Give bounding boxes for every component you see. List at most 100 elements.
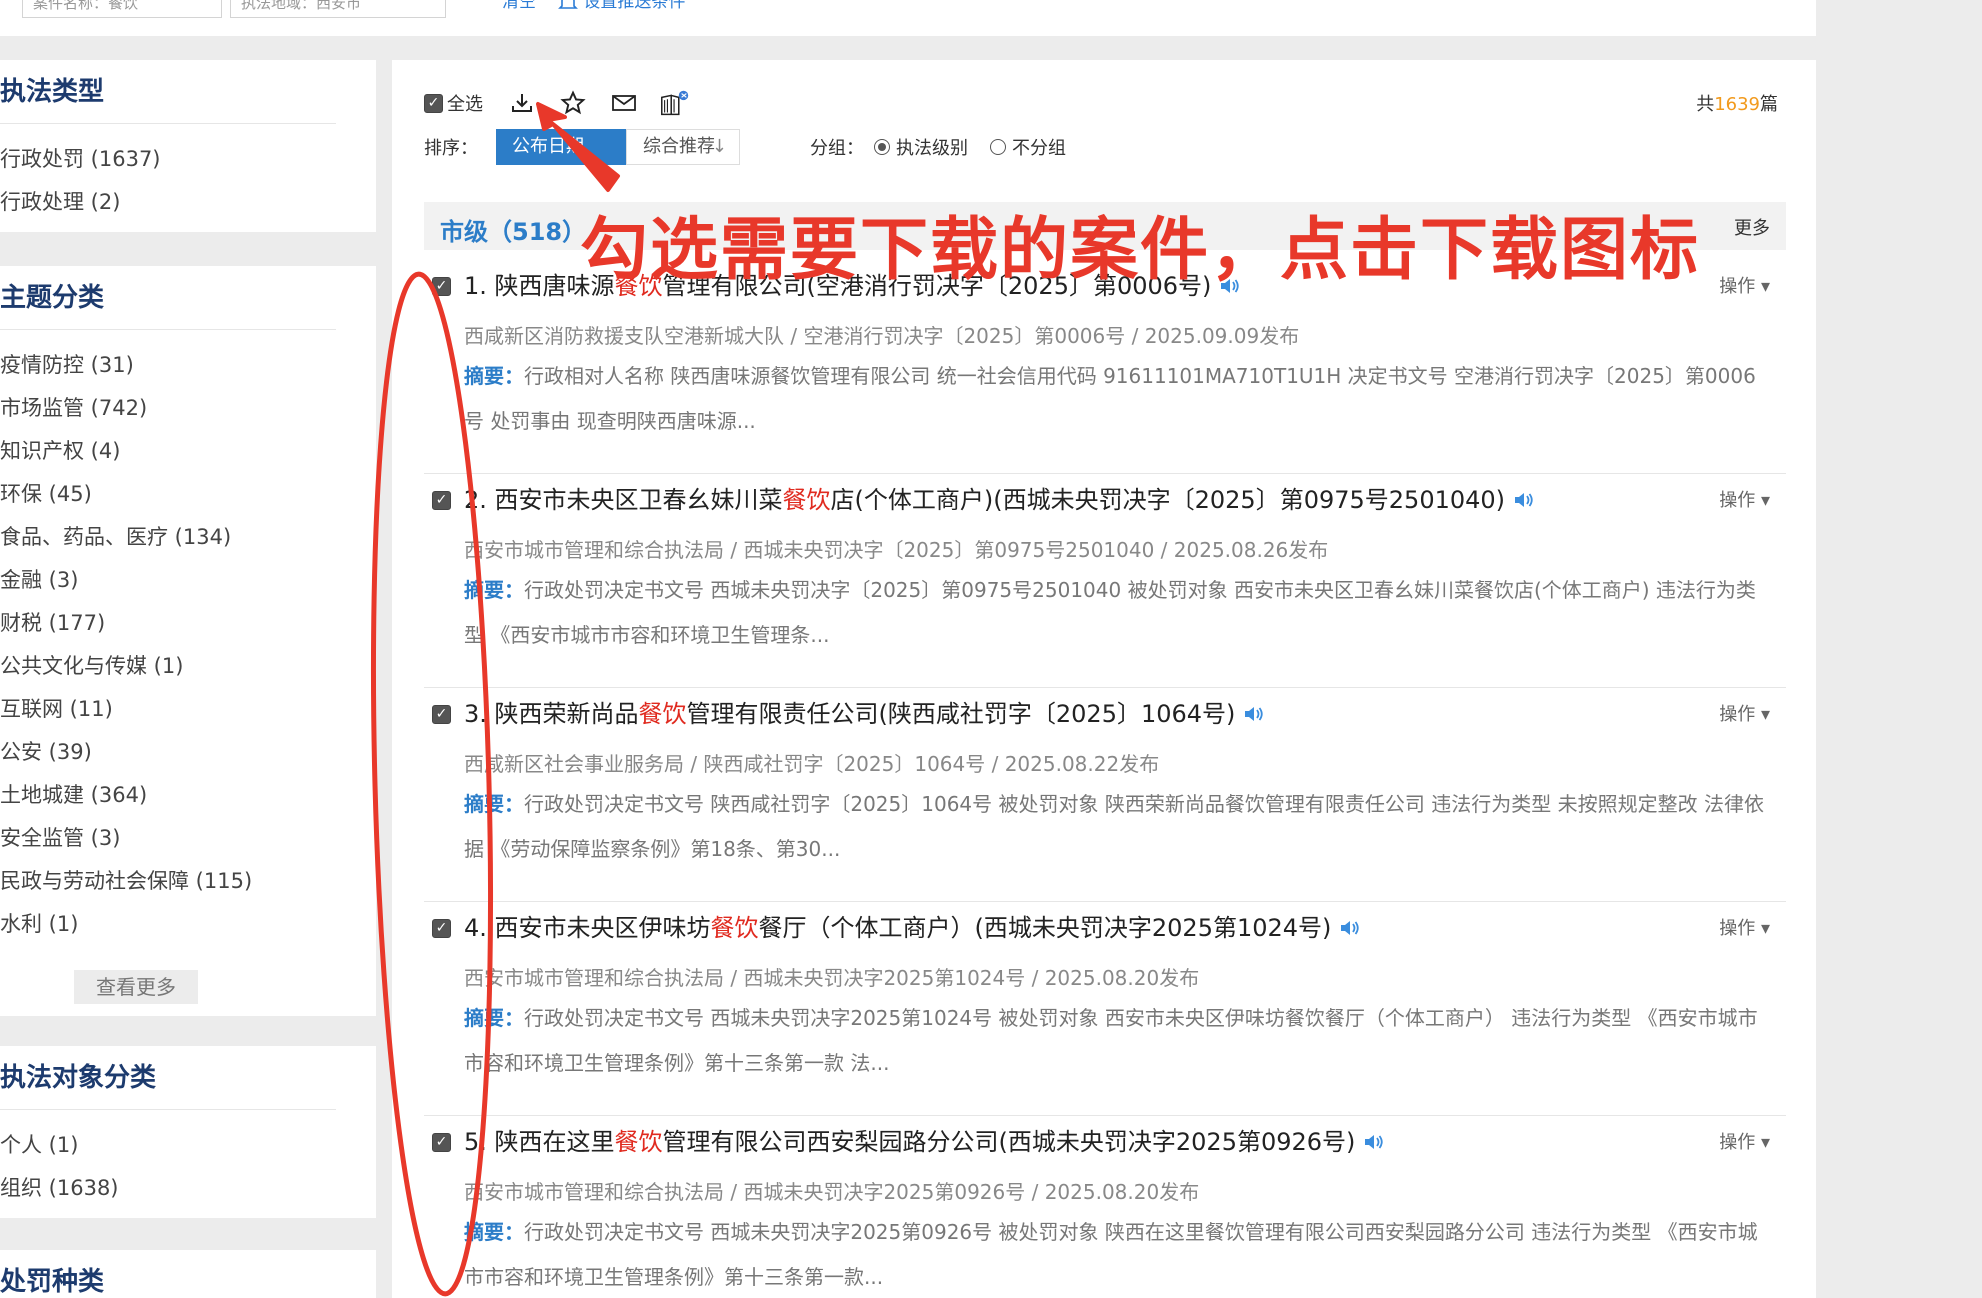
total-prefix: 共: [1696, 94, 1715, 115]
group-label: 分组：: [810, 138, 864, 159]
topics-item[interactable]: 安全监管 (3): [0, 817, 376, 860]
topics-item[interactable]: 金融 (3): [0, 559, 376, 602]
topics-item[interactable]: 水利 (1): [0, 903, 376, 946]
case-name-filter[interactable]: 案件名称：餐饮: [22, 0, 222, 18]
target-item[interactable]: 组织 (1638): [0, 1167, 376, 1210]
result-abstract: 摘要：行政处罚决定书文号 西城未央罚决字2025第0926号 被处罚对象 陕西在…: [464, 1210, 1764, 1298]
select-all-label[interactable]: 全选: [447, 90, 483, 116]
result-meta: 西咸新区社会事业服务局 / 陕西咸社罚字〔2025〕1064号 / 2025.0…: [464, 752, 1160, 776]
topics-item[interactable]: 食品、药品、医疗 (134): [0, 516, 376, 559]
topics-item[interactable]: 财税 (177): [0, 602, 376, 645]
result-item: ✓ 3. 陕西荣新尚品餐饮管理有限责任公司(陕西咸社罚字〔2025〕1064号) 操…: [424, 688, 1786, 902]
result-operation-menu[interactable]: 操作 ▾: [1719, 914, 1770, 940]
result-title-post: 店(个体工商户)(西城未央罚决字〔2025〕第0975号2501040): [830, 486, 1506, 514]
result-title-post: 管理有限公司西安梨园路分公司(西城未央罚决字2025第0926号): [662, 1128, 1356, 1156]
topics-item[interactable]: 公共文化与传媒 (1): [0, 645, 376, 688]
topics-item[interactable]: 知识产权 (4): [0, 430, 376, 473]
group-level-radio[interactable]: [874, 139, 890, 155]
penalty-panel: 处罚种类: [0, 1250, 376, 1298]
topics-item[interactable]: 互联网 (11): [0, 688, 376, 731]
result-title[interactable]: 5. 陕西在这里餐饮管理有限公司西安梨园路分公司(西城未央罚决字2025第092…: [464, 1124, 1385, 1161]
speaker-icon[interactable]: [1363, 1125, 1385, 1161]
result-title-highlight: 餐饮: [710, 914, 759, 942]
abstract-text: 行政处罚决定书文号 西城未央罚决字〔2025〕第0975号2501040 被处罚…: [464, 578, 1756, 647]
result-checkbox[interactable]: ✓: [432, 277, 451, 296]
sort-by-relevance-button[interactable]: 综合推荐 ↓: [626, 129, 740, 165]
result-title-pre: 陕西荣新尚品: [494, 700, 639, 728]
topics-item[interactable]: 疫情防控 (31): [0, 344, 376, 387]
sort-arrow-icon: ↓: [711, 136, 727, 157]
result-item: ✓ 5. 陕西在这里餐饮管理有限公司西安梨园路分公司(西城未央罚决字2025第09…: [424, 1116, 1786, 1298]
result-operation-menu[interactable]: 操作 ▾: [1719, 272, 1770, 298]
result-operation-menu[interactable]: 操作 ▾: [1719, 486, 1770, 512]
result-operation-menu[interactable]: 操作 ▾: [1719, 1128, 1770, 1154]
group-none-radio[interactable]: [990, 139, 1006, 155]
subscribe-label: 设置推送条件: [583, 0, 686, 12]
result-title[interactable]: 2. 西安市未央区卫春幺妹川菜餐饮店(个体工商户)(西城未央罚决字〔2025〕第…: [464, 482, 1535, 519]
result-number: 3.: [464, 700, 495, 728]
result-checkbox[interactable]: ✓: [432, 705, 451, 724]
result-title-post: 管理有限责任公司(陕西咸社罚字〔2025〕1064号): [686, 700, 1236, 728]
abstract-label: 摘要：: [464, 578, 524, 602]
select-all-checkbox[interactable]: ✓: [424, 93, 443, 113]
group-level-label[interactable]: 执法级别: [896, 134, 968, 160]
result-title-highlight: 餐饮: [614, 1128, 663, 1156]
total-suffix: 篇: [1760, 94, 1778, 115]
result-abstract: 摘要：行政处罚决定书文号 西城未央罚决字2025第1024号 被处罚对象 西安市…: [464, 996, 1764, 1086]
topics-item[interactable]: 环保 (45): [0, 473, 376, 516]
result-number: 5.: [464, 1128, 495, 1156]
result-abstract: 摘要：行政处罚决定书文号 西城未央罚决字〔2025〕第0975号2501040 …: [464, 568, 1764, 658]
law_type-item[interactable]: 行政处理 (2): [0, 181, 376, 224]
result-title[interactable]: 4. 西安市未央区伊味坊餐饮餐厅（个体工商户）(西城未央罚决字2025第1024…: [464, 910, 1361, 947]
result-operation-menu[interactable]: 操作 ▾: [1719, 700, 1770, 726]
topics-item[interactable]: 市场监管 (742): [0, 387, 376, 430]
section-more-link[interactable]: 更多: [1734, 214, 1770, 240]
topics-item[interactable]: 文化和旅游 (4): [0, 946, 376, 950]
subscribe-link[interactable]: 设置推送条件: [558, 0, 685, 12]
report-icon[interactable]: [658, 88, 692, 118]
law_type-item[interactable]: 行政处罚 (1637): [0, 138, 376, 181]
result-title-highlight: 餐饮: [782, 486, 831, 514]
target-panel: 执法对象分类 个人 (1) 组织 (1638): [0, 1046, 376, 1218]
law-type-list: 行政处罚 (1637) 行政处理 (2): [0, 124, 376, 224]
result-abstract: 摘要：行政处罚决定书文号 陕西咸社罚字〔2025〕1064号 被处罚对象 陕西荣…: [464, 782, 1764, 872]
result-item: ✓ 2. 西安市未央区卫春幺妹川菜餐饮店(个体工商户)(西城未央罚决字〔2025〕…: [424, 474, 1786, 688]
law-type-title: 执法类型: [0, 60, 336, 124]
speaker-icon[interactable]: [1339, 911, 1361, 947]
result-number: 4.: [464, 914, 495, 942]
result-checkbox[interactable]: ✓: [432, 919, 451, 938]
abstract-label: 摘要：: [464, 1006, 524, 1030]
result-title-pre: 西安市未央区卫春幺妹川菜: [494, 486, 783, 514]
topic-more-button[interactable]: 查看更多: [74, 970, 198, 1004]
result-checkbox[interactable]: ✓: [432, 491, 451, 510]
sort-by-date-button[interactable]: 公布日期: [496, 129, 626, 165]
topics-item[interactable]: 民政与劳动社会保障 (115): [0, 860, 376, 903]
clear-link[interactable]: 清空: [502, 0, 536, 12]
topic-list: 疫情防控 (31) 市场监管 (742) 知识产权 (4) 环保 (45) 食品、药品、…: [0, 330, 376, 950]
target-item[interactable]: 个人 (1): [0, 1124, 376, 1167]
sort-relevance-label: 综合推荐: [643, 136, 715, 157]
abstract-label: 摘要：: [464, 364, 524, 388]
section-title[interactable]: 市级（518）: [440, 212, 586, 247]
download-icon[interactable]: [505, 88, 539, 118]
result-meta: 西安市城市管理和综合执法局 / 西城未央罚决字2025第1024号 / 2025…: [464, 966, 1200, 990]
abstract-label: 摘要：: [464, 792, 524, 816]
group-none-label[interactable]: 不分组: [1012, 134, 1066, 160]
mail-icon[interactable]: [607, 88, 641, 118]
results-toolbar: ✓ 全选: [424, 88, 709, 118]
top-filter-bar: 案件名称：餐饮 执法地域：西安市 清空 设置推送条件: [0, 0, 1816, 36]
topics-item[interactable]: 土地城建 (364): [0, 774, 376, 817]
result-checkbox[interactable]: ✓: [432, 1133, 451, 1152]
topic-panel: 主题分类 疫情防控 (31) 市场监管 (742) 知识产权 (4) 环保 (45) 食…: [0, 266, 376, 1016]
result-meta: 西安市城市管理和综合执法局 / 西城未央罚决字〔2025〕第0975号25010…: [464, 538, 1329, 562]
speaker-icon[interactable]: [1243, 697, 1265, 733]
result-title[interactable]: 3. 陕西荣新尚品餐饮管理有限责任公司(陕西咸社罚字〔2025〕1064号): [464, 696, 1265, 733]
topics-item[interactable]: 公安 (39): [0, 731, 376, 774]
region-filter[interactable]: 执法地域：西安市: [230, 0, 446, 18]
result-title-post: 餐厅（个体工商户）(西城未央罚决字2025第1024号): [758, 914, 1332, 942]
star-icon[interactable]: [556, 88, 590, 118]
sort-label: 排序：: [424, 138, 478, 159]
abstract-text: 行政处罚决定书文号 陕西咸社罚字〔2025〕1064号 被处罚对象 陕西荣新尚品…: [464, 792, 1764, 861]
result-abstract: 摘要：行政相对人名称 陕西唐味源餐饮管理有限公司 统一社会信用代码 916111…: [464, 354, 1764, 444]
speaker-icon[interactable]: [1513, 483, 1535, 519]
